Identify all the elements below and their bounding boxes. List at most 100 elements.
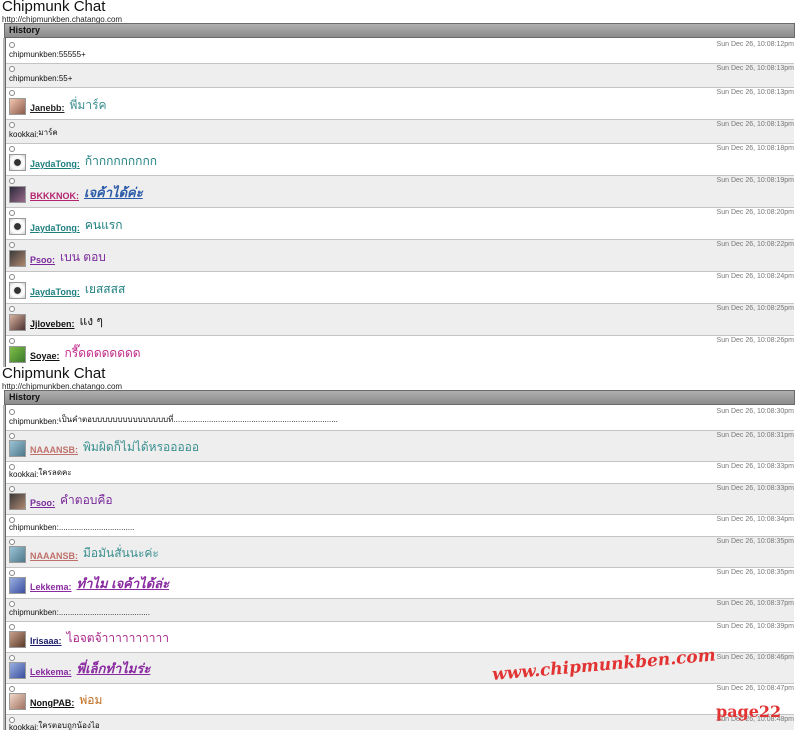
status-dot-icon <box>9 42 15 48</box>
message-row: Sun Dec 26, 10:08:13pm kookkai: มาร์ค <box>6 120 794 144</box>
avatar[interactable] <box>9 282 26 299</box>
message-text: 55555+ <box>58 50 86 59</box>
message-content: chipmunkben: เป็นคำตอบบบบบบบบบบบบบบบที่.… <box>9 413 338 426</box>
avatar[interactable] <box>9 154 26 171</box>
message-content: JaydaTong: คนแรก <box>9 216 123 235</box>
message-content: chipmunkben: 55555+ <box>9 50 86 59</box>
message-content: kookkai: มาร์ค <box>9 126 58 139</box>
message-username-link[interactable]: Janebb: <box>30 103 65 113</box>
message-username-link[interactable]: JaydaTong: <box>30 223 80 233</box>
message-content: Psoo: เบน ตอบ <box>9 248 106 267</box>
avatar[interactable] <box>9 98 26 115</box>
message-content: Janebb: พี่มาร์ค <box>9 96 107 115</box>
message-timestamp: Sun Dec 26, 10:08:46pm <box>716 654 794 661</box>
message-timestamp: Sun Dec 26, 10:08:13pm <box>716 65 794 72</box>
message-text: .................................. <box>58 523 135 532</box>
avatar[interactable] <box>9 314 26 331</box>
message-content: Psoo: คำตอบคือ <box>9 491 113 510</box>
message-username-link[interactable]: Psoo: <box>30 255 55 265</box>
message-text: คนแรก <box>84 218 123 232</box>
message-content: NongPAB: พ่อม <box>9 691 102 710</box>
message-content: chipmunkben: ...........................… <box>9 608 150 617</box>
message-text: เบน ตอบ <box>60 250 106 264</box>
message-content: Lekkema: พี่เล็กทำไมร่ะ <box>9 658 150 679</box>
message-content: Jjloveben: แง ๆ <box>9 312 103 331</box>
message-username-link[interactable]: BKKKNOK: <box>30 191 79 201</box>
avatar[interactable] <box>9 186 26 203</box>
message-text: แง ๆ <box>79 314 103 328</box>
avatar[interactable] <box>9 693 26 710</box>
message-text: คำตอบคือ <box>60 493 113 507</box>
avatar[interactable] <box>9 493 26 510</box>
chat-panel-bottom: Chipmunk Chat http://chipmunkben.chatang… <box>0 367 795 730</box>
message-list: Sun Dec 26, 10:08:30pm chipmunkben: เป็นค… <box>6 407 794 730</box>
message-row: Sun Dec 26, 10:08:30pm chipmunkben: เป็นค… <box>6 407 794 431</box>
message-content: kookkai: ใครลดคะ <box>9 466 72 479</box>
message-timestamp: Sun Dec 26, 10:08:24pm <box>716 273 794 280</box>
message-username: chipmunkben <box>9 74 57 83</box>
message-text: พ่อม <box>79 693 103 707</box>
message-text: พิมผิดก็ไม่ได้หรอออออ <box>83 440 200 454</box>
message-content: chipmunkben: ...........................… <box>9 523 134 532</box>
message-timestamp: Sun Dec 26, 10:08:12pm <box>716 41 794 48</box>
app-title: Chipmunk Chat <box>2 0 106 15</box>
message-text: เยสสสส <box>84 282 126 296</box>
message-text: 55+ <box>58 74 73 83</box>
message-content: BKKKNOK: เจค้าได้ค่ะ <box>9 182 143 203</box>
avatar[interactable] <box>9 346 26 363</box>
message-timestamp: Sun Dec 26, 10:08:33pm <box>716 463 794 470</box>
message-content: Irisaaa: ไอจตจ้าาาาาาาาาา <box>9 629 169 648</box>
message-timestamp: Sun Dec 26, 10:08:35pm <box>716 569 794 576</box>
message-username-link[interactable]: JaydaTong: <box>30 287 80 297</box>
history-header[interactable]: History <box>4 390 795 405</box>
message-username-link[interactable]: Soyae: <box>30 351 60 361</box>
message-username: chipmunkben <box>9 608 57 617</box>
avatar[interactable] <box>9 631 26 648</box>
message-username-link[interactable]: Psoo: <box>30 498 55 508</box>
message-username-link[interactable]: Lekkema: <box>30 667 72 677</box>
message-username-link[interactable]: NAAANSB: <box>30 445 78 455</box>
app-title: Chipmunk Chat <box>2 367 106 382</box>
page-number: page22 <box>716 702 782 721</box>
message-username: chipmunkben <box>9 417 57 426</box>
message-list: Sun Dec 26, 10:08:12pm chipmunkben: 55555… <box>6 40 794 367</box>
message-timestamp: Sun Dec 26, 10:08:31pm <box>716 432 794 439</box>
message-text: มือมันสั่นนะค่ะ <box>83 546 159 560</box>
message-timestamp: Sun Dec 26, 10:08:26pm <box>716 337 794 344</box>
message-username-link[interactable]: Lekkema: <box>30 582 72 592</box>
message-row: Sun Dec 26, 10:08:33pm Psoo: คำตอบคือ <box>6 484 794 515</box>
message-row: Sun Dec 26, 10:08:13pm Janebb: พี่มาร์ค <box>6 88 794 120</box>
status-dot-icon <box>9 601 15 607</box>
message-text: เจค้าได้ค่ะ <box>84 185 143 200</box>
message-content: NAAANSB: มือมันสั่นนะค่ะ <box>9 544 159 563</box>
message-row: Sun Dec 26, 10:08:31pm NAAANSB: พิมผิดก็ไม… <box>6 431 794 462</box>
message-username-link[interactable]: Irisaaa: <box>30 636 62 646</box>
chat-panel-top: Chipmunk Chat http://chipmunkben.chatang… <box>0 0 795 367</box>
avatar[interactable] <box>9 250 26 267</box>
history-header[interactable]: History <box>4 23 795 38</box>
message-timestamp: Sun Dec 26, 10:08:47pm <box>716 685 794 692</box>
message-timestamp: Sun Dec 26, 10:08:30pm <box>716 408 794 415</box>
message-timestamp: Sun Dec 26, 10:08:33pm <box>716 485 794 492</box>
message-content: Lekkema: ทำไม เจค้าได้ล่ะ <box>9 573 169 594</box>
message-row: Sun Dec 26, 10:08:35pm NAAANSB: มือมันสั่น… <box>6 537 794 568</box>
message-text: ใครตอบถูกน้องไอ <box>38 721 100 730</box>
avatar[interactable] <box>9 662 26 679</box>
message-username-link[interactable]: Jjloveben: <box>30 319 75 329</box>
message-row: Sun Dec 26, 10:08:37pm chipmunkben: .....… <box>6 599 794 622</box>
avatar[interactable] <box>9 577 26 594</box>
message-text: ไอจตจ้าาาาาาาาาา <box>66 631 170 645</box>
avatar[interactable] <box>9 218 26 235</box>
message-username-link[interactable]: NongPAB: <box>30 698 74 708</box>
message-timestamp: Sun Dec 26, 10:08:35pm <box>716 538 794 545</box>
message-text: มาร์ค <box>38 128 58 137</box>
avatar[interactable] <box>9 440 26 457</box>
message-text: ........................................… <box>58 608 150 617</box>
message-username-link[interactable]: NAAANSB: <box>30 551 78 561</box>
message-row: Sun Dec 26, 10:08:25pm Jjloveben: แง ๆ <box>6 304 794 336</box>
message-username: chipmunkben <box>9 50 57 59</box>
message-text: กรี๊ดดดดดดดด <box>64 346 141 360</box>
avatar[interactable] <box>9 546 26 563</box>
message-text: ทำไม เจค้าได้ล่ะ <box>76 576 170 591</box>
message-username-link[interactable]: JaydaTong: <box>30 159 80 169</box>
